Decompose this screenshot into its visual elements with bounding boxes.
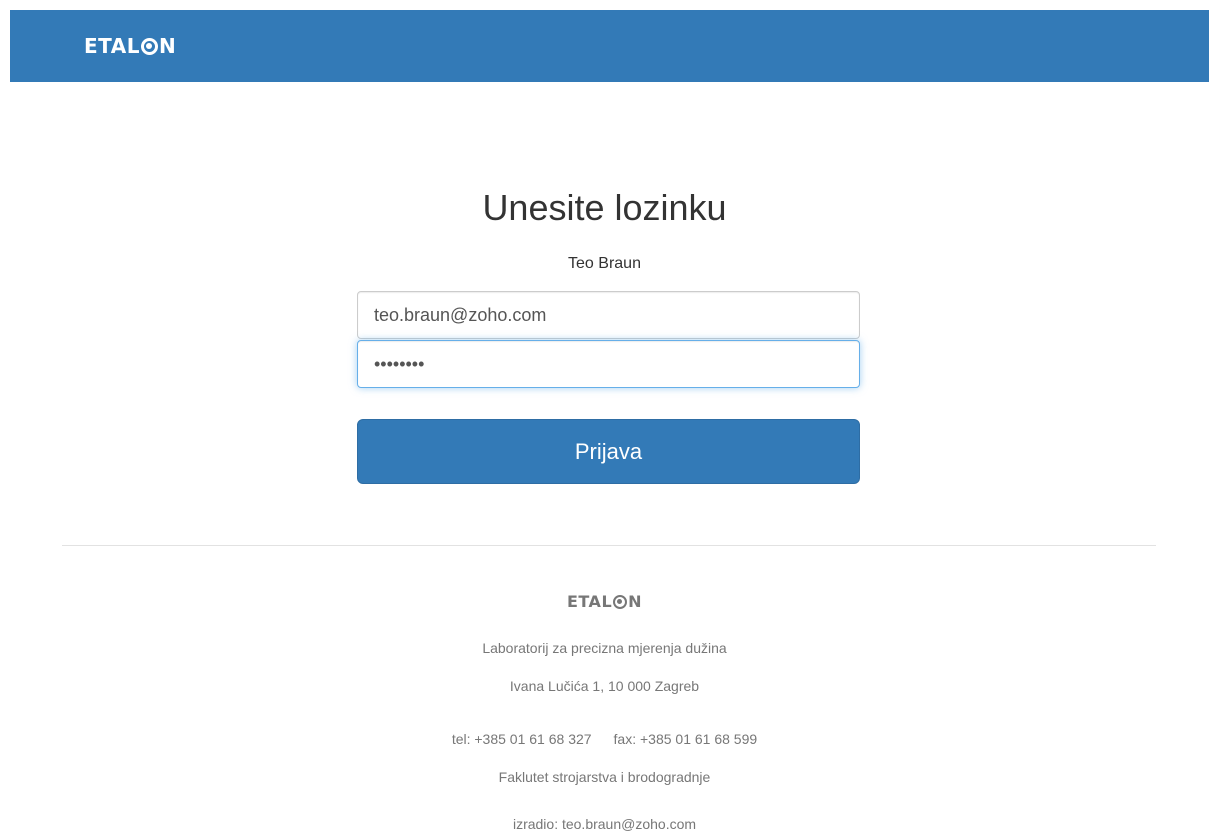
brand-text-right: N [158, 34, 177, 58]
password-field[interactable] [357, 340, 860, 388]
footer-brand-right: N [628, 592, 643, 611]
footer-tel: tel: +385 01 61 68 327 [451, 731, 592, 747]
target-o-icon [140, 37, 158, 55]
top-navbar: ETAL N [10, 10, 1209, 82]
footer-fax: fax: +385 01 61 68 599 [613, 731, 758, 747]
footer-brand-left: ETAL [566, 592, 613, 611]
footer-address: Ivana Lučića 1, 10 000 Zagreb [509, 678, 700, 694]
footer-faculty: Faklutet strojarstva i brodogradnje [498, 769, 711, 785]
user-name: Teo Braun [568, 255, 641, 272]
divider [62, 545, 1156, 546]
footer-logo: ETAL N [0, 592, 1209, 612]
brand-logo[interactable]: ETAL N [84, 34, 176, 58]
footer-target-o-icon [613, 595, 628, 609]
email-field[interactable] [357, 291, 860, 339]
footer-author: izradio: teo.braun@zoho.com [512, 816, 697, 832]
page-title: Unesite lozinku [482, 187, 727, 228]
brand-text-left: ETAL [84, 34, 140, 58]
footer-contacts: tel: +385 01 61 68 327 fax: +385 01 61 68… [0, 730, 1209, 748]
login-button[interactable]: Prijava [357, 419, 860, 484]
footer-lab-name: Laboratorij za precizna mjerenja dužina [482, 640, 727, 656]
